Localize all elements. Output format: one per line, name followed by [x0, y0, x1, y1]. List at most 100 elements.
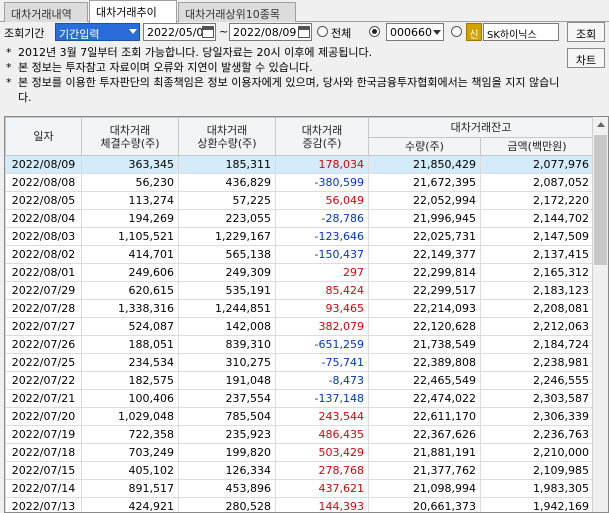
calendar-icon[interactable]	[202, 26, 214, 38]
notice-item: * 본 정보는 투자참고 자료이며 오류와 지연이 발생할 수 있습니다.	[4, 60, 564, 75]
table-row[interactable]: 2022/08/05 113,274 57,225 56,049 22,052,994 2…	[5, 191, 595, 210]
notice-list: * 2012년 3월 7일부터 조회 가능합니다. 당일자료는 20시 이후에 …	[4, 45, 564, 105]
cell-date: 2022/07/18	[5, 443, 82, 462]
cell-exec-qty: 194,269	[81, 209, 179, 228]
cell-balance-qty: 22,389,808	[368, 353, 481, 372]
cell-balance-qty: 21,850,429	[368, 155, 481, 174]
table-row[interactable]: 2022/07/21 100,406 237,554 -137,148 22,474,0…	[5, 389, 595, 408]
cell-balance-amount: 2,236,763	[479, 425, 595, 444]
cell-date: 2022/08/05	[5, 191, 82, 210]
notice-item: * 본 정보를 이용한 투자판단의 최종책임은 정보 이용자에게 있으며, 당사…	[4, 75, 564, 105]
scroll-up-arrow-icon[interactable]	[593, 117, 608, 133]
cell-change-qty: 278,768	[275, 461, 369, 480]
cell-change-qty: 503,429	[275, 443, 369, 462]
cell-repay-qty: 280,528	[178, 497, 276, 512]
cell-repay-qty: 199,820	[178, 443, 276, 462]
cell-repay-qty: 436,829	[178, 173, 276, 192]
cell-date: 2022/07/21	[5, 389, 82, 408]
table-row[interactable]: 2022/07/26 188,051 839,310 -651,259 21,738,5…	[5, 335, 595, 354]
cell-repay-qty: 57,225	[178, 191, 276, 210]
cell-exec-qty: 524,087	[81, 317, 179, 336]
radio-stock[interactable]	[369, 26, 380, 37]
query-bar: 조회기간 기간입력 2022/05/09 ~ 2022/08/09 전체 000…	[0, 22, 609, 44]
lending-trend-table: 일자 대차거래 체결수량(주) 대차거래 상환수량(주) 대차거래 증감(주) 대차거…	[5, 117, 595, 512]
table-row[interactable]: 2022/07/28 1,338,316 1,244,851 93,465 22,214…	[5, 299, 595, 318]
cell-exec-qty: 703,249	[81, 443, 179, 462]
end-date-value: 2022/08/09	[233, 26, 297, 39]
cell-balance-amount: 2,172,220	[479, 191, 595, 210]
cell-balance-amount: 2,246,555	[479, 371, 595, 390]
cell-balance-amount: 2,210,000	[479, 443, 595, 462]
cell-date: 2022/08/01	[5, 263, 82, 282]
table-row[interactable]: 2022/07/29 620,615 535,191 85,424 22,299,517…	[5, 281, 595, 300]
table-row[interactable]: 2022/07/13 424,921 280,528 144,393 20,661,37…	[5, 497, 595, 512]
cell-balance-amount: 2,303,587	[479, 389, 595, 408]
stock-code-value: 000660	[390, 26, 432, 39]
cell-change-qty: -651,259	[275, 335, 369, 354]
table-row[interactable]: 2022/08/01 249,606 249,309 297 22,299,814 2,1…	[5, 263, 595, 282]
radio-all-label: 전체	[331, 27, 352, 40]
cell-date: 2022/07/19	[5, 425, 82, 444]
cell-repay-qty: 1,229,167	[178, 227, 276, 246]
stock-name-field: SK하이닉스	[483, 23, 559, 41]
cell-balance-amount: 2,306,339	[479, 407, 595, 426]
header-change-line2: 증감(주)	[302, 136, 342, 150]
table-row[interactable]: 2022/07/22 182,575 191,048 -8,473 22,465,549…	[5, 371, 595, 390]
calendar-icon[interactable]	[298, 26, 310, 38]
cell-balance-qty: 21,738,549	[368, 335, 481, 354]
header-exec-line1: 대차거래	[109, 123, 151, 137]
cell-change-qty: 178,034	[275, 155, 369, 174]
stock-code-field[interactable]: 000660	[386, 23, 444, 41]
start-date-field[interactable]: 2022/05/09	[143, 23, 216, 41]
cell-change-qty: 486,435	[275, 425, 369, 444]
table-row[interactable]: 2022/07/19 722,358 235,923 486,435 22,367,62…	[5, 425, 595, 444]
cell-date: 2022/07/22	[5, 371, 82, 390]
table-row[interactable]: 2022/08/02 414,701 565,138 -150,437 22,149,3…	[5, 245, 595, 264]
header-repay-line2: 상환수량(주)	[197, 136, 257, 150]
cell-exec-qty: 113,274	[81, 191, 179, 210]
stock-search-icon[interactable]	[451, 26, 462, 37]
search-button[interactable]: 조회	[567, 22, 605, 42]
cell-date: 2022/07/14	[5, 479, 82, 498]
cell-balance-amount: 2,147,509	[479, 227, 595, 246]
scroll-thumb[interactable]	[594, 135, 607, 265]
table-row[interactable]: 2022/07/14 891,517 453,896 437,621 21,098,99…	[5, 479, 595, 498]
cell-date: 2022/08/09	[5, 155, 82, 174]
radio-all[interactable]	[317, 26, 328, 37]
table-row[interactable]: 2022/08/04 194,269 223,055 -28,786 21,996,94…	[5, 209, 595, 228]
chart-button[interactable]: 차트	[567, 48, 605, 68]
period-type-select[interactable]: 기간입력	[55, 23, 140, 41]
cell-date: 2022/07/13	[5, 497, 82, 512]
header-repay: 대차거래 상환수량(주)	[178, 117, 276, 156]
cell-change-qty: -380,599	[275, 173, 369, 192]
tab-lending-history[interactable]: 대차거래내역	[4, 2, 88, 22]
lending-trend-grid[interactable]: 일자 대차거래 체결수량(주) 대차거래 상환수량(주) 대차거래 증감(주) 대차거…	[4, 116, 609, 513]
cell-date: 2022/07/15	[5, 461, 82, 480]
cell-date: 2022/08/08	[5, 173, 82, 192]
table-row[interactable]: 2022/08/09 363,345 185,311 178,034 21,850,42…	[5, 155, 595, 174]
cell-exec-qty: 188,051	[81, 335, 179, 354]
end-date-field[interactable]: 2022/08/09	[229, 23, 312, 41]
vertical-scrollbar[interactable]	[592, 117, 608, 512]
cell-change-qty: -28,786	[275, 209, 369, 228]
table-row[interactable]: 2022/07/20 1,029,048 785,504 243,544 22,611,…	[5, 407, 595, 426]
table-row[interactable]: 2022/08/08 56,230 436,829 -380,599 21,672,39…	[5, 173, 595, 192]
table-row[interactable]: 2022/07/27 524,087 142,008 382,079 22,120,62…	[5, 317, 595, 336]
cell-change-qty: 93,465	[275, 299, 369, 318]
credit-badge[interactable]: 신	[466, 23, 482, 41]
cell-date: 2022/08/03	[5, 227, 82, 246]
cell-exec-qty: 100,406	[81, 389, 179, 408]
cell-change-qty: 85,424	[275, 281, 369, 300]
tab-top10[interactable]: 대차거래상위10종목	[178, 2, 296, 22]
cell-exec-qty: 722,358	[81, 425, 179, 444]
cell-exec-qty: 414,701	[81, 245, 179, 264]
cell-repay-qty: 565,138	[178, 245, 276, 264]
table-row[interactable]: 2022/07/25 234,534 310,275 -75,741 22,389,80…	[5, 353, 595, 372]
notice-text: 본 정보를 이용한 투자판단의 최종책임은 정보 이용자에게 있으며, 당사와 …	[18, 76, 560, 104]
table-row[interactable]: 2022/07/18 703,249 199,820 503,429 21,881,19…	[5, 443, 595, 462]
table-row[interactable]: 2022/08/03 1,105,521 1,229,167 -123,646 22,0…	[5, 227, 595, 246]
cell-repay-qty: 249,309	[178, 263, 276, 282]
cell-balance-amount: 2,077,976	[479, 155, 595, 174]
tab-lending-trend[interactable]: 대차거래추이	[89, 0, 177, 23]
table-row[interactable]: 2022/07/15 405,102 126,334 278,768 21,377,76…	[5, 461, 595, 480]
